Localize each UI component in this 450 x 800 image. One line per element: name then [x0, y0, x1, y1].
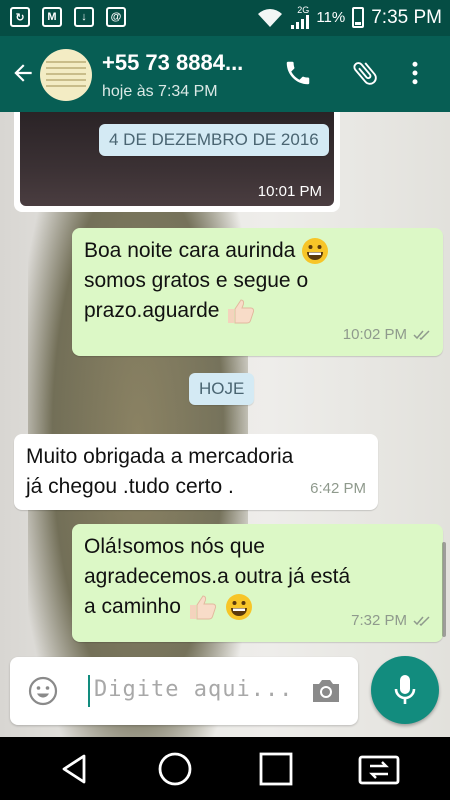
- sync-icon: ↻: [10, 7, 30, 27]
- message-line: Muito obrigada a mercadoria: [26, 445, 294, 468]
- date-chip: HOJE: [189, 373, 255, 405]
- chat-area[interactable]: 10:01 PM 4 DE DEZEMBRO DE 2016 Boa noite…: [0, 112, 450, 737]
- navigation-bar: [0, 737, 450, 800]
- signal-group: 2G: [291, 5, 310, 29]
- media-time: 10:01 PM: [257, 183, 322, 200]
- dual-window-nav-icon[interactable]: [358, 751, 400, 787]
- back-nav-icon[interactable]: [57, 751, 93, 787]
- battery-percent: 11%: [316, 9, 346, 26]
- home-nav-icon[interactable]: [157, 751, 193, 787]
- scrollbar[interactable]: [442, 542, 446, 637]
- paperclip-icon[interactable]: [350, 58, 380, 88]
- grinning-face-emoji-icon: [302, 238, 329, 265]
- message-bubble-outgoing[interactable]: Boa noite cara aurinda somos gratos e se…: [72, 228, 443, 356]
- signal-icon: [291, 15, 310, 29]
- back-arrow-icon[interactable]: [10, 60, 36, 86]
- status-bar: ↻ M ↓ @ 2G 11% 7:35 PM: [0, 0, 450, 36]
- message-bubble-outgoing[interactable]: Olá!somos nós que agradecemos.a outra já…: [72, 524, 443, 642]
- message-time: 6:42 PM: [310, 480, 366, 497]
- download-icon: ↓: [74, 7, 94, 27]
- message-meta: 6:42 PM: [310, 474, 366, 504]
- notification-icons: ↻ M ↓ @: [10, 7, 126, 27]
- message-line: Olá!somos nós que: [84, 535, 265, 558]
- double-check-icon: [413, 616, 430, 626]
- contact-name[interactable]: +55 73 8884...: [102, 50, 243, 76]
- text-caret: [88, 675, 90, 707]
- mic-icon: [394, 675, 416, 704]
- message-composer[interactable]: Digite aqui...: [10, 657, 358, 725]
- more-vert-icon[interactable]: [400, 58, 430, 88]
- message-time: 7:32 PM: [351, 612, 407, 629]
- gmail-icon: M: [42, 7, 62, 27]
- emoji-icon[interactable]: [28, 676, 58, 706]
- chat-header: +55 73 8884... hoje às 7:34 PM: [0, 36, 450, 112]
- message-meta: 10:02 PM: [343, 320, 431, 350]
- network-type: 2G: [297, 5, 310, 15]
- recents-nav-icon[interactable]: [258, 751, 294, 787]
- battery-charging-icon: [352, 7, 365, 28]
- thumbs-up-emoji-icon: [228, 299, 255, 324]
- message-line: agradecemos.a outra já está: [84, 565, 351, 588]
- grinning-face-emoji-icon: [225, 594, 252, 621]
- mic-button[interactable]: [371, 656, 439, 724]
- thumbs-up-emoji-icon: [189, 595, 216, 620]
- at-sign-icon: @: [106, 7, 126, 27]
- message-meta: 7:32 PM: [351, 606, 431, 636]
- clock: 7:35 PM: [371, 6, 442, 28]
- message-time: 10:02 PM: [342, 326, 407, 343]
- phone-icon[interactable]: [283, 58, 313, 88]
- system-status: 2G 11% 7:35 PM: [256, 6, 442, 29]
- wifi-icon: [258, 8, 283, 27]
- date-chip: 4 DE DEZEMBRO DE 2016: [99, 124, 329, 156]
- message-bubble-incoming[interactable]: Muito obrigada a mercadoria já chegou .t…: [14, 434, 378, 510]
- avatar[interactable]: [40, 49, 92, 101]
- message-input[interactable]: Digite aqui...: [94, 677, 293, 702]
- double-check-icon: [413, 330, 430, 340]
- message-line: Boa noite cara aurinda: [84, 236, 431, 266]
- message-line: somos gratos e segue o: [84, 269, 309, 292]
- camera-icon[interactable]: [310, 677, 342, 705]
- last-seen: hoje às 7:34 PM: [102, 83, 218, 100]
